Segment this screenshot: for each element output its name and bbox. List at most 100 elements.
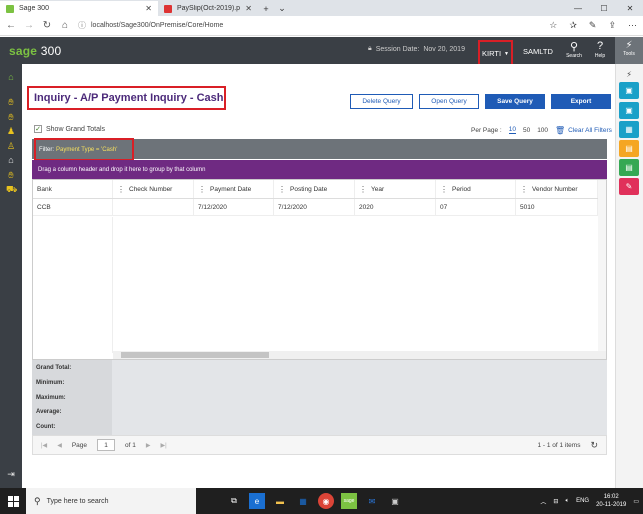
first-page-icon[interactable]: |◀ (41, 442, 47, 449)
new-tab-button[interactable]: + (258, 1, 274, 16)
session-date: 🔒︎ Session Date: Nov 20, 2019 (368, 45, 465, 53)
show-grand-totals[interactable]: ✓ Show Grand Totals (34, 125, 105, 133)
tab-menu-button[interactable]: ⌄ (274, 1, 290, 16)
document-icon[interactable]: ▤ (619, 140, 639, 157)
edge-icon[interactable]: e (249, 493, 265, 509)
maximize-icon[interactable]: ☐ (591, 0, 617, 16)
tools-button[interactable]: ⚡︎ Tools (615, 37, 643, 64)
module-person-icon[interactable]: ♙ (6, 141, 16, 151)
chevron-up-icon[interactable]: ︿ (540, 497, 546, 506)
module-cart-icon[interactable]: ⛟ (6, 184, 17, 194)
company-name[interactable]: SAMLTD (523, 47, 553, 56)
windows-taskbar: ⚲ Type here to search ⧉ e ▬ ▦ ◉ sage ✉ ▣… (0, 488, 643, 514)
system-tray: ︿ ⊟ 🔈︎ ENG 16:02 20-11-2019 ▭ (540, 488, 639, 514)
minimize-icon[interactable]: — (565, 0, 591, 16)
network-icon[interactable]: ⊟ (553, 498, 558, 505)
minimum-label: Minimum: (36, 380, 65, 386)
tab-sage300[interactable]: Sage 300 ✕ (0, 1, 158, 16)
column-menu-icon: ⋮ (440, 184, 448, 194)
file-explorer-icon[interactable]: ▬ (272, 493, 288, 509)
taskbar-apps: ⧉ e ▬ ▦ ◉ sage ✉ ▣ (226, 493, 403, 509)
column-menu-icon: ⋮ (359, 184, 367, 194)
module-bank-icon[interactable]: ⌂ (6, 155, 16, 165)
user-menu[interactable]: KIRTI ▼ (478, 40, 513, 67)
horizontal-scrollbar[interactable] (113, 351, 606, 359)
cell-posting-date: 7/12/2020 (274, 199, 355, 215)
column-header-posting-date[interactable]: ⋮ Posting Date (274, 180, 355, 198)
last-page-icon[interactable]: ▶| (160, 442, 166, 449)
per-page-50[interactable]: 50 (523, 127, 530, 134)
per-page-10[interactable]: 10 (508, 126, 516, 134)
browser-tab-bar: Sage 300 ✕ PaySlip(Oct-2019).pdf ✕ + ⌄ —… (0, 0, 643, 16)
group-by-drop-zone[interactable]: Drag a column header and drop it here to… (32, 160, 607, 179)
export-button[interactable]: Export (551, 94, 611, 109)
url-field[interactable]: ⓘ localhost/Sage300/OnPremise/Core/Home (78, 20, 541, 31)
refresh-icon[interactable]: ↻ (42, 20, 52, 31)
column-header-check-number[interactable]: ⋮ Check Number (113, 180, 194, 198)
windows-start-icon[interactable] (0, 488, 26, 514)
module-hand-icon[interactable]: ✋︎ (6, 97, 16, 107)
tab-label: Sage 300 (19, 5, 49, 12)
window-icon[interactable]: ▣ (619, 82, 639, 99)
spreadsheet-icon[interactable]: ▤ (619, 159, 639, 176)
outlook-icon[interactable]: ✉ (364, 493, 380, 509)
prev-page-icon[interactable]: ◀ (57, 442, 62, 449)
next-page-icon[interactable]: ▶ (146, 442, 151, 449)
checkbox-checked-icon[interactable]: ✓ (34, 125, 42, 133)
taskbar-search-input[interactable]: ⚲ Type here to search (26, 488, 196, 514)
collapse-icon[interactable]: ⇥ (6, 469, 16, 479)
tab-payslip[interactable]: PaySlip(Oct-2019).pdf ✕ (158, 1, 258, 16)
column-header-vendor-number[interactable]: ⋮ Vendor Number (516, 180, 598, 198)
home-icon[interactable]: ⌂ (6, 72, 16, 82)
search-button[interactable]: ⚲ Search (563, 40, 585, 59)
sage-app-icon[interactable]: sage (341, 493, 357, 509)
info-icon: ⓘ (78, 21, 86, 30)
volume-icon[interactable]: 🔈︎ (565, 498, 569, 505)
page-number-input[interactable]: 1 (97, 439, 115, 451)
favorite-star-icon[interactable]: ☆ (549, 20, 557, 31)
clear-all-filters-button[interactable]: 🗑︎ Clear All Filters (555, 126, 612, 135)
close-icon[interactable]: ✕ (145, 4, 152, 13)
open-query-button[interactable]: Open Query (419, 94, 479, 109)
refresh-icon[interactable]: ↻ (590, 440, 598, 451)
home-icon[interactable]: ⌂ (60, 20, 70, 31)
results-grid: Bank ⋮ Check Number ⋮ Payment Date ⋮ Postin… (32, 179, 607, 360)
app-header: sage 300 🔒︎ Session Date: Nov 20, 2019 K… (0, 37, 643, 67)
close-icon[interactable]: ✕ (245, 4, 252, 13)
forward-icon[interactable]: → (24, 20, 34, 31)
window-refresh-icon[interactable]: ▣ (619, 102, 639, 119)
chrome-icon[interactable]: ◉ (318, 493, 334, 509)
scrollbar-thumb[interactable] (121, 352, 269, 358)
store-icon[interactable]: ▦ (295, 493, 311, 509)
language-indicator[interactable]: ENG (576, 498, 589, 504)
more-icon[interactable]: ⋯ (628, 20, 637, 31)
column-header-period[interactable]: ⋮ Period (436, 180, 516, 198)
save-query-button[interactable]: Save Query (485, 94, 545, 109)
lightning-icon[interactable]: ⚡︎ (619, 66, 639, 83)
share-icon[interactable]: ⇪ (608, 20, 616, 31)
help-button[interactable]: ? Help (589, 40, 611, 59)
vertical-scrollbar[interactable] (598, 180, 606, 353)
calculator-icon[interactable]: ▦ (619, 121, 639, 138)
per-page-100[interactable]: 100 (537, 127, 548, 134)
module-user-icon[interactable]: ♟︎ (6, 126, 16, 136)
column-header-bank[interactable]: Bank (33, 180, 113, 198)
module-hand-icon[interactable]: ✋︎ (6, 170, 16, 180)
notifications-icon[interactable]: ▭ (633, 498, 639, 505)
close-window-icon[interactable]: ✕ (617, 0, 643, 16)
column-header-payment-date[interactable]: ⋮ Payment Date (194, 180, 274, 198)
clock[interactable]: 16:02 20-11-2019 (596, 493, 626, 509)
task-view-icon[interactable]: ⧉ (226, 493, 242, 509)
page-title: Inquiry - A/P Payment Inquiry - Cash (27, 86, 226, 110)
column-header-year[interactable]: ⋮ Year (355, 180, 436, 198)
items-info: 1 - 1 of 1 items (537, 441, 581, 449)
active-filter[interactable]: Filter: Payment Type = 'Cash' (34, 138, 134, 161)
delete-query-button[interactable]: Delete Query (350, 94, 413, 109)
pen-icon[interactable]: ✎ (619, 178, 639, 195)
favorites-icon[interactable]: ✰ (569, 20, 577, 31)
back-icon[interactable]: ← (6, 20, 16, 31)
app-icon[interactable]: ▣ (387, 493, 403, 509)
module-hand-icon[interactable]: ✋︎ (6, 112, 16, 122)
table-row[interactable]: CCB 7/12/2020 7/12/2020 2020 07 5010 (33, 199, 606, 216)
pen-icon[interactable]: ✎ (589, 20, 597, 31)
